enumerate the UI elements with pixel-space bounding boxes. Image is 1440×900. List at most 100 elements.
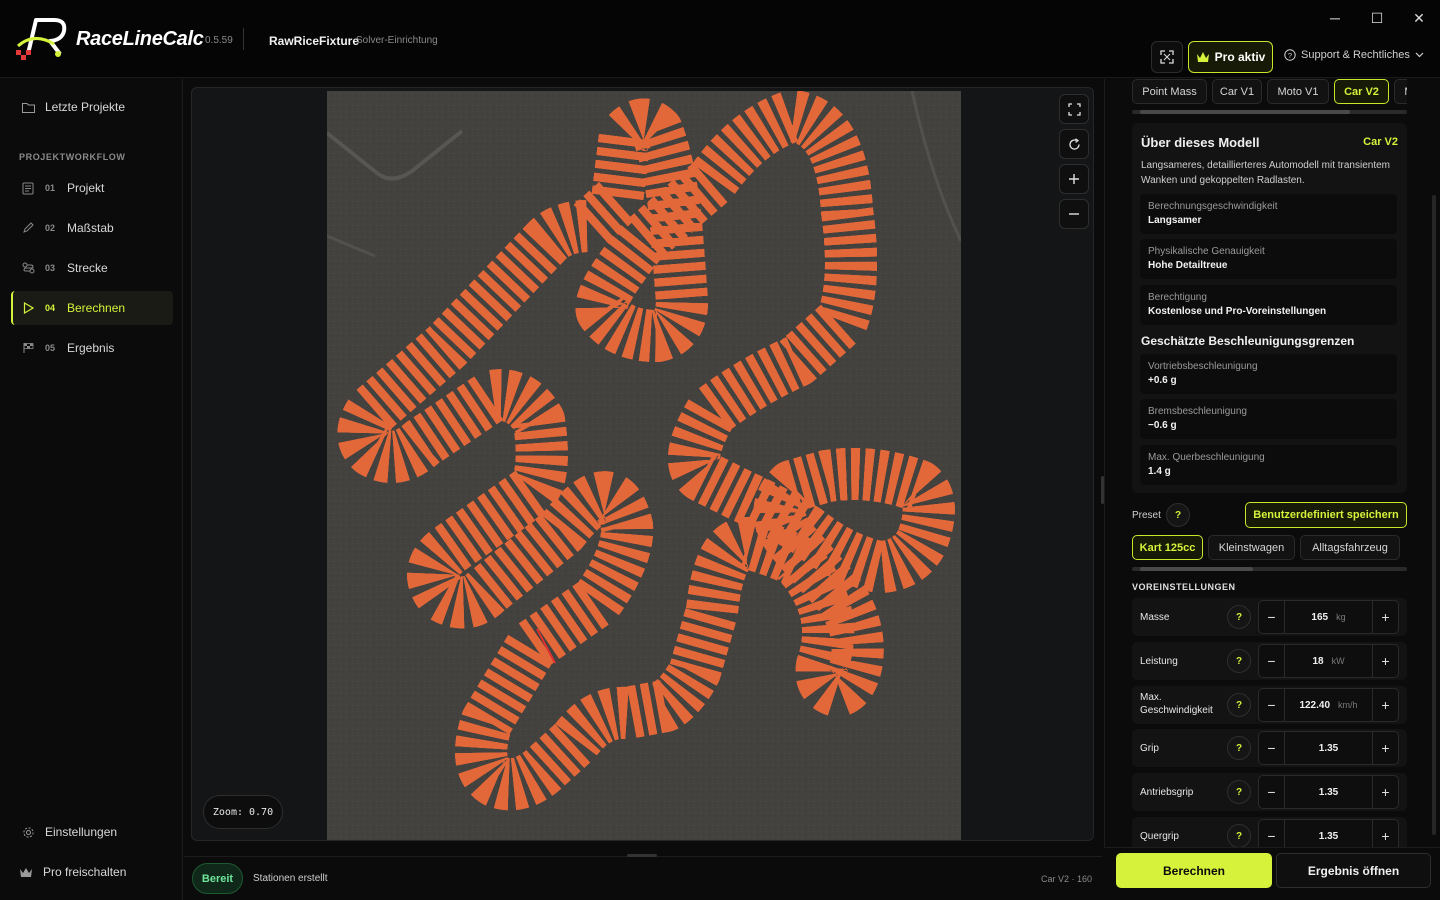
refresh-icon — [1068, 137, 1080, 150]
pro-active-button[interactable]: Pro aktiv — [1188, 41, 1273, 73]
workflow-section-title: PROJEKTWORKFLOW — [19, 152, 126, 162]
decrement-button[interactable]: − — [1259, 776, 1285, 808]
app-brand: RaceLineCalc — [76, 28, 204, 50]
tab-point-mass[interactable]: Point Mass — [1132, 79, 1207, 104]
sidebar-item-project[interactable]: 01 Projekt — [11, 171, 173, 205]
limit-traction: Vortriebsbeschleunigung +0.6 g — [1140, 354, 1397, 394]
param-help-button[interactable]: ? — [1227, 693, 1251, 717]
param-help-button[interactable]: ? — [1227, 649, 1251, 673]
param-value[interactable]: 18 — [1312, 656, 1323, 667]
tab-more-models[interactable]: M — [1394, 79, 1407, 104]
info-label: Berechtigung — [1148, 292, 1207, 303]
status-badge: Bereit — [192, 863, 243, 894]
track-canvas[interactable]: Zoom: 0.70 — [191, 87, 1094, 841]
param-value[interactable]: 165 — [1311, 612, 1328, 623]
info-calc-speed: Berechnungsgeschwindigkeit Langsamer — [1140, 194, 1397, 234]
max-speed-stepper[interactable]: − 122.40 km/h + — [1258, 688, 1399, 722]
increment-button[interactable]: + — [1372, 732, 1398, 764]
decrement-button[interactable]: − — [1259, 601, 1285, 633]
tab-car-v1[interactable]: Car V1 — [1212, 79, 1262, 104]
decrement-button[interactable]: − — [1259, 732, 1285, 764]
model-info-card: Über dieses Modell Car V2 Langsameres, d… — [1132, 123, 1407, 493]
close-button[interactable]: ✕ — [1409, 8, 1429, 28]
panel-scrollbar[interactable] — [1432, 195, 1436, 835]
chevron-down-icon — [1415, 52, 1424, 58]
scroll-thumb[interactable] — [1140, 110, 1350, 114]
crown-icon — [19, 865, 33, 879]
preset-kart-125cc[interactable]: Kart 125cc — [1132, 535, 1203, 560]
drive-grip-stepper[interactable]: − 1.35 + — [1258, 775, 1399, 809]
decrement-button[interactable]: − — [1259, 689, 1285, 721]
preset-kleinstwagen[interactable]: Kleinstwagen — [1208, 535, 1295, 560]
sidebar-item-calculate[interactable]: 04 Berechnen — [11, 291, 173, 325]
info-value: Kostenlose und Pro-Voreinstellungen — [1148, 306, 1327, 317]
sidebar-item-label: Letzte Projekte — [45, 100, 126, 114]
save-custom-preset-button[interactable]: Benutzerdefiniert speichern — [1245, 502, 1407, 528]
plus-icon — [1069, 174, 1079, 184]
step-number: 05 — [45, 343, 56, 353]
fullscreen-button[interactable] — [1151, 41, 1183, 73]
param-value[interactable]: 1.35 — [1319, 787, 1338, 798]
calculate-button[interactable]: Berechnen — [1116, 853, 1272, 888]
sidebar-item-track[interactable]: 03 Strecke — [11, 251, 173, 285]
power-stepper[interactable]: − 18 kW + — [1258, 644, 1399, 678]
sidebar-item-settings[interactable]: Einstellungen — [11, 815, 173, 849]
grip-stepper[interactable]: − 1.35 + — [1258, 731, 1399, 765]
info-accuracy: Physikalische Genauigkeit Hohe Detailtre… — [1140, 239, 1397, 279]
param-help-button[interactable]: ? — [1227, 780, 1251, 804]
preset-help-button[interactable]: ? — [1166, 503, 1190, 527]
open-result-button[interactable]: Ergebnis öffnen — [1276, 853, 1431, 888]
svg-text:?: ? — [1288, 51, 1292, 60]
sidebar: Letzte Projekte PROJEKTWORKFLOW 01 Proje… — [0, 79, 183, 900]
param-value[interactable]: 1.35 — [1319, 743, 1338, 754]
limit-braking: Bremsbeschleunigung −0.6 g — [1140, 399, 1397, 439]
tab-moto-v1[interactable]: Moto V1 — [1267, 79, 1329, 104]
param-value[interactable]: 122.40 — [1299, 700, 1330, 711]
param-row-mass: Masse ? − 165 kg + — [1132, 598, 1407, 636]
mass-stepper[interactable]: − 165 kg + — [1258, 600, 1399, 634]
param-help-button[interactable]: ? — [1227, 824, 1251, 848]
preset-scrollbar[interactable] — [1132, 567, 1407, 571]
status-message: Stationen erstellt — [253, 873, 328, 884]
param-label: Masse — [1140, 612, 1170, 623]
param-row-drive-grip: Antriebsgrip ? − 1.35 + — [1132, 773, 1407, 811]
sidebar-item-result[interactable]: 05 Ergebnis — [11, 331, 173, 365]
increment-button[interactable]: + — [1372, 689, 1398, 721]
increment-button[interactable]: + — [1372, 645, 1398, 677]
decrement-button[interactable]: − — [1259, 645, 1285, 677]
fit-view-button[interactable] — [1059, 94, 1089, 124]
increment-button[interactable]: + — [1372, 601, 1398, 633]
param-help-button[interactable]: ? — [1227, 605, 1251, 629]
gear-icon — [21, 825, 35, 839]
pro-active-label: Pro aktiv — [1214, 50, 1266, 64]
panel-resize-handle[interactable] — [1101, 476, 1104, 504]
increment-button[interactable]: + — [1372, 776, 1398, 808]
reset-view-button[interactable] — [1059, 129, 1089, 159]
param-label: Leistung — [1140, 656, 1178, 667]
model-tabs-scrollbar[interactable] — [1132, 110, 1407, 114]
param-unit: km/h — [1338, 700, 1358, 710]
info-value: Hohe Detailtreue — [1148, 260, 1228, 271]
satellite-map[interactable] — [327, 91, 961, 840]
sidebar-item-unlock-pro[interactable]: Pro freischalten — [11, 855, 173, 889]
sidebar-item-label: Einstellungen — [45, 825, 118, 839]
resize-handle[interactable] — [627, 854, 657, 857]
info-permission: Berechtigung Kostenlose und Pro-Voreinst… — [1140, 285, 1397, 325]
model-card-title: Über dieses Modell — [1141, 135, 1260, 150]
model-tabs: Point Mass Car V1 Moto V1 Car V2 M — [1132, 79, 1407, 105]
title-divider — [243, 28, 244, 50]
scroll-thumb[interactable] — [1140, 567, 1253, 571]
zoom-out-button[interactable] — [1059, 199, 1089, 229]
sidebar-item-recent-projects[interactable]: Letzte Projekte — [11, 90, 173, 124]
maximize-button[interactable]: ☐ — [1367, 8, 1387, 28]
preset-alltagsfahrzeug[interactable]: Alltagsfahrzeug — [1300, 535, 1400, 560]
support-menu[interactable]: ? Support & Rechtliches — [1284, 49, 1424, 61]
sidebar-item-scale[interactable]: 02 Maßstab — [11, 211, 173, 245]
info-value: 1.4 g — [1148, 466, 1171, 477]
limit-lateral: Max. Querbeschleunigung 1.4 g — [1140, 445, 1397, 485]
param-value[interactable]: 1.35 — [1319, 831, 1338, 842]
param-help-button[interactable]: ? — [1227, 736, 1251, 760]
tab-car-v2[interactable]: Car V2 — [1334, 79, 1389, 104]
minimize-button[interactable]: ─ — [1325, 8, 1345, 28]
zoom-in-button[interactable] — [1059, 164, 1089, 194]
